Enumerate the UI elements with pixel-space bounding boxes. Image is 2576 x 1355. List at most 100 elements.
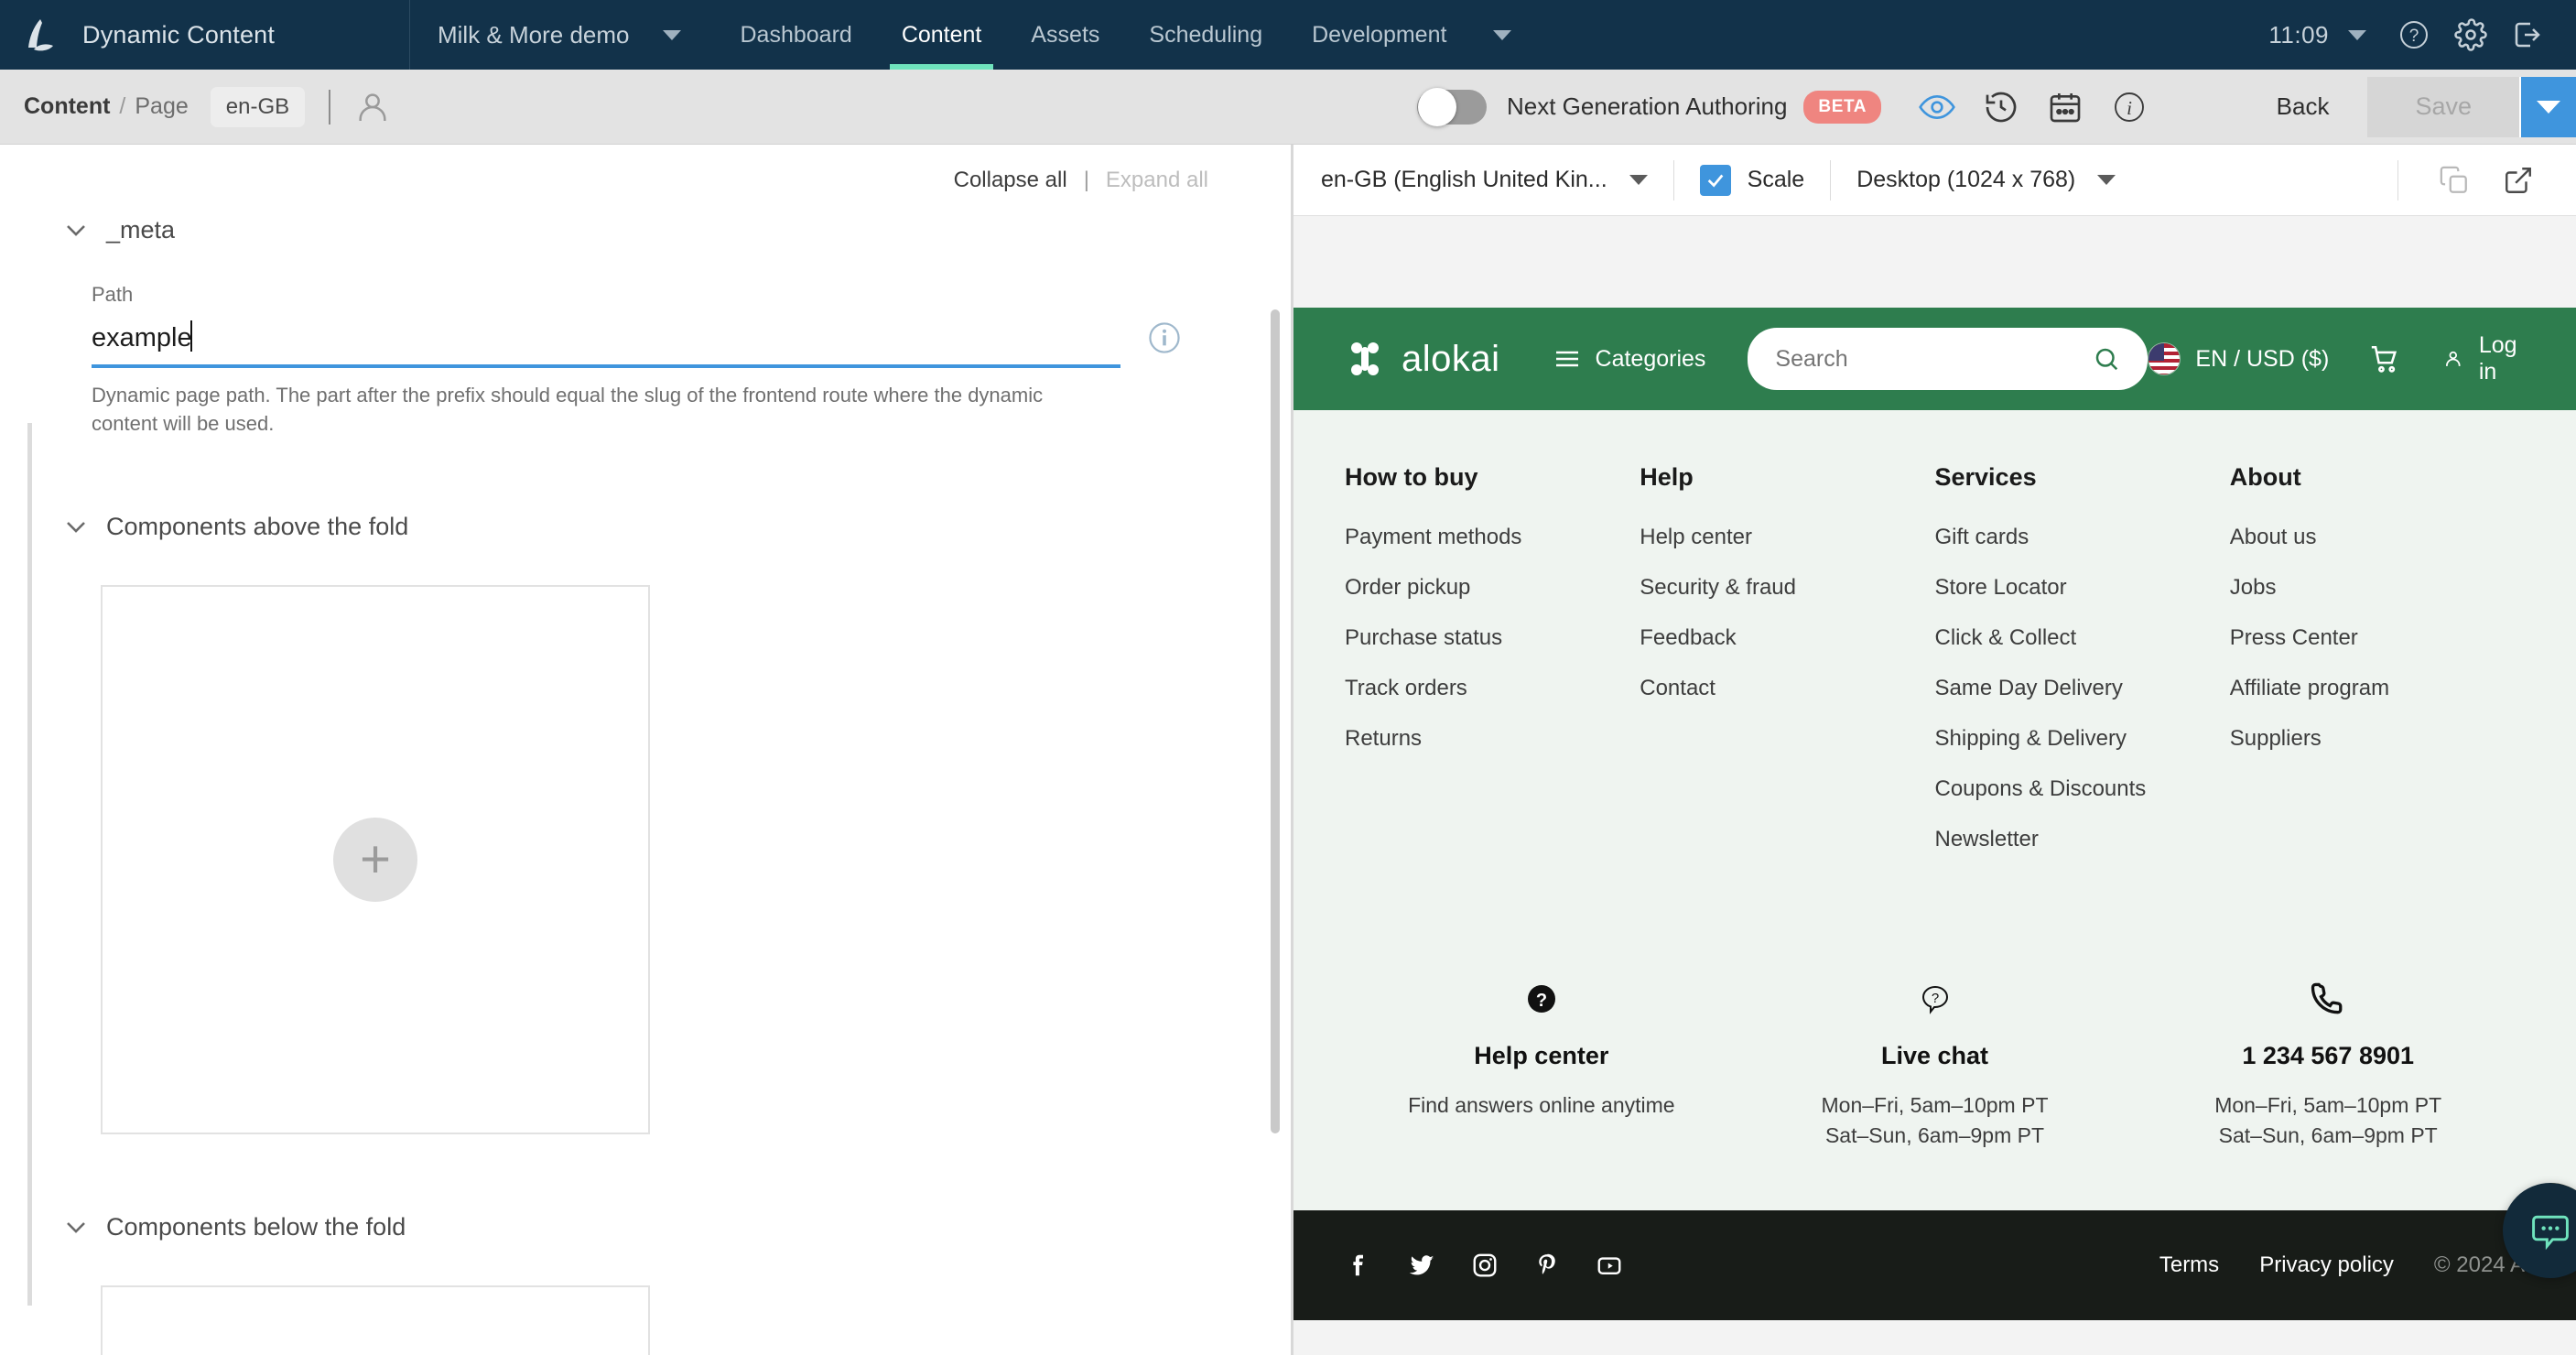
save-options-button[interactable] xyxy=(2519,77,2576,137)
tab-assets[interactable]: Assets xyxy=(1006,0,1124,70)
login-button[interactable]: Log in xyxy=(2442,332,2525,385)
footer-column-services: Services Gift cards Store Locator Click … xyxy=(1935,463,2230,877)
youtube-icon[interactable] xyxy=(1596,1252,1623,1279)
instagram-icon[interactable] xyxy=(1471,1252,1499,1279)
copy-link-button[interactable] xyxy=(2422,153,2486,208)
open-external-button[interactable] xyxy=(2486,153,2550,208)
footer-link[interactable]: Same Day Delivery xyxy=(1935,676,2230,701)
help-button[interactable]: ? xyxy=(2386,6,2442,63)
footer-link[interactable]: Track orders xyxy=(1345,676,1640,701)
pinterest-icon[interactable] xyxy=(1533,1252,1561,1279)
collapse-all-button[interactable]: Collapse all xyxy=(954,168,1067,193)
contact-block-help-center[interactable]: ? Help center Find answers online anytim… xyxy=(1345,972,1738,1152)
footer-link[interactable]: Security & fraud xyxy=(1640,575,1934,601)
contact-sub-2: Sat–Sun, 6am–9pm PT xyxy=(1738,1121,2132,1151)
locale-badge[interactable]: en-GB xyxy=(211,87,305,127)
tab-development[interactable]: Development xyxy=(1287,0,1471,70)
contact-block-live-chat[interactable]: ? Live chat Mon–Fri, 5am–10pm PT Sat–Sun… xyxy=(1738,972,2132,1152)
section-meta-header[interactable]: _meta xyxy=(66,216,1291,244)
editor-toolbar: Content / Page en-GB Next Generation Aut… xyxy=(0,70,2576,145)
app-brand[interactable]: Dynamic Content xyxy=(0,0,409,70)
footer-link[interactable]: Newsletter xyxy=(1935,827,2230,852)
search-input[interactable] xyxy=(1775,346,2093,373)
amplience-logo-icon xyxy=(22,15,62,55)
preview-button[interactable] xyxy=(1905,78,1969,136)
save-button[interactable]: Save xyxy=(2367,77,2519,137)
component-dropzone-above[interactable]: + xyxy=(101,585,650,1134)
phone-icon xyxy=(2131,972,2525,1025)
hub-selector[interactable]: Milk & More demo xyxy=(410,0,707,70)
svg-text:?: ? xyxy=(1536,991,1547,1011)
footer-link[interactable]: Affiliate program xyxy=(2230,676,2525,701)
footer-link[interactable]: Payment methods xyxy=(1345,525,1640,550)
expand-all-button[interactable]: Expand all xyxy=(1106,168,1208,193)
section-meta: _meta Path example xyxy=(0,216,1291,438)
contact-block-phone[interactable]: 1 234 567 8901 Mon–Fri, 5am–10pm PT Sat–… xyxy=(2131,972,2525,1152)
add-component-button[interactable]: + xyxy=(333,818,417,902)
contact-sub: Mon–Fri, 5am–10pm PT xyxy=(2131,1090,2525,1121)
history-button[interactable] xyxy=(1969,78,2033,136)
footer-link[interactable]: Store Locator xyxy=(1935,575,2230,601)
path-info-button[interactable] xyxy=(1146,320,1183,361)
path-input-wrapper[interactable]: example xyxy=(92,320,1120,368)
preview-locale-select[interactable]: en-GB (English United Kin... xyxy=(1321,167,1648,193)
settings-button[interactable] xyxy=(2442,6,2499,63)
main-tabs: Dashboard Content Assets Scheduling Deve… xyxy=(716,0,1534,70)
footer-column-title: Services xyxy=(1935,463,2230,492)
help-circle-icon: ? xyxy=(2397,18,2430,51)
twitter-icon[interactable] xyxy=(1407,1251,1436,1280)
footer-link[interactable]: Shipping & Delivery xyxy=(1935,726,2230,752)
section-below-fold-header[interactable]: Components below the fold xyxy=(66,1213,1291,1241)
footer-link[interactable]: Press Center xyxy=(2230,625,2525,651)
back-button[interactable]: Back xyxy=(2238,92,2368,121)
clock-dropdown-button[interactable] xyxy=(2329,6,2386,63)
logout-button[interactable] xyxy=(2499,6,2556,63)
footer-link[interactable]: About us xyxy=(2230,525,2525,550)
form-scrollbar[interactable] xyxy=(1271,309,1280,1133)
footer-link[interactable]: Feedback xyxy=(1640,625,1934,651)
section-components-below-fold: Components below the fold xyxy=(0,1213,1291,1355)
footer-link[interactable]: Help center xyxy=(1640,525,1934,550)
privacy-policy-link[interactable]: Privacy policy xyxy=(2259,1252,2394,1278)
currency-selector[interactable]: EN / USD ($) xyxy=(2195,346,2329,373)
footer-link[interactable]: Contact xyxy=(1640,676,1934,701)
hub-name: Milk & More demo xyxy=(438,21,630,49)
more-tabs-button[interactable] xyxy=(1471,0,1533,70)
footer-link[interactable]: Returns xyxy=(1345,726,1640,752)
categories-menu-button[interactable]: Categories xyxy=(1553,346,1706,373)
alokai-logo[interactable]: alokai xyxy=(1345,339,1500,380)
footer-link[interactable]: Purchase status xyxy=(1345,625,1640,651)
preview-panel: en-GB (English United Kin... Scale Deskt… xyxy=(1293,145,2576,1355)
beta-badge: BETA xyxy=(1803,91,1881,124)
component-dropzone-below[interactable] xyxy=(101,1285,650,1355)
footer-link[interactable]: Jobs xyxy=(2230,575,2525,601)
footer-link[interactable]: Gift cards xyxy=(1935,525,2230,550)
schedule-button[interactable] xyxy=(2033,78,2097,136)
tab-label: Content xyxy=(902,22,982,49)
facebook-icon[interactable] xyxy=(1345,1252,1372,1279)
nga-label: Next Generation Authoring xyxy=(1507,92,1787,121)
tab-dashboard[interactable]: Dashboard xyxy=(716,0,877,70)
section-above-fold-header[interactable]: Components above the fold xyxy=(66,513,1291,541)
footer-link[interactable]: Click & Collect xyxy=(1935,625,2230,651)
field-input-row: example xyxy=(92,320,1183,368)
assignee-avatar-button[interactable] xyxy=(354,89,391,125)
scale-checkbox[interactable] xyxy=(1700,165,1731,196)
tab-content[interactable]: Content xyxy=(877,0,1007,70)
footer-link[interactable]: Suppliers xyxy=(2230,726,2525,752)
footer-link[interactable]: Coupons & Discounts xyxy=(1935,776,2230,802)
site-search[interactable] xyxy=(1748,328,2148,390)
user-icon xyxy=(354,89,391,125)
footer-column-help: Help Help center Security & fraud Feedba… xyxy=(1640,463,1934,877)
preview-device-select[interactable]: Desktop (1024 x 768) xyxy=(1856,167,2116,193)
terms-link[interactable]: Terms xyxy=(2159,1252,2219,1278)
next-gen-authoring-toggle[interactable] xyxy=(1417,90,1487,125)
breadcrumb-root[interactable]: Content xyxy=(24,93,110,120)
footer-column-how-to-buy: How to buy Payment methods Order pickup … xyxy=(1345,463,1640,877)
tab-scheduling[interactable]: Scheduling xyxy=(1124,0,1287,70)
chevron-down-icon xyxy=(2537,101,2560,114)
breadcrumb-leaf: Page xyxy=(135,93,188,120)
footer-link[interactable]: Order pickup xyxy=(1345,575,1640,601)
info-button[interactable]: i xyxy=(2097,78,2161,136)
cart-button[interactable] xyxy=(2369,343,2400,374)
